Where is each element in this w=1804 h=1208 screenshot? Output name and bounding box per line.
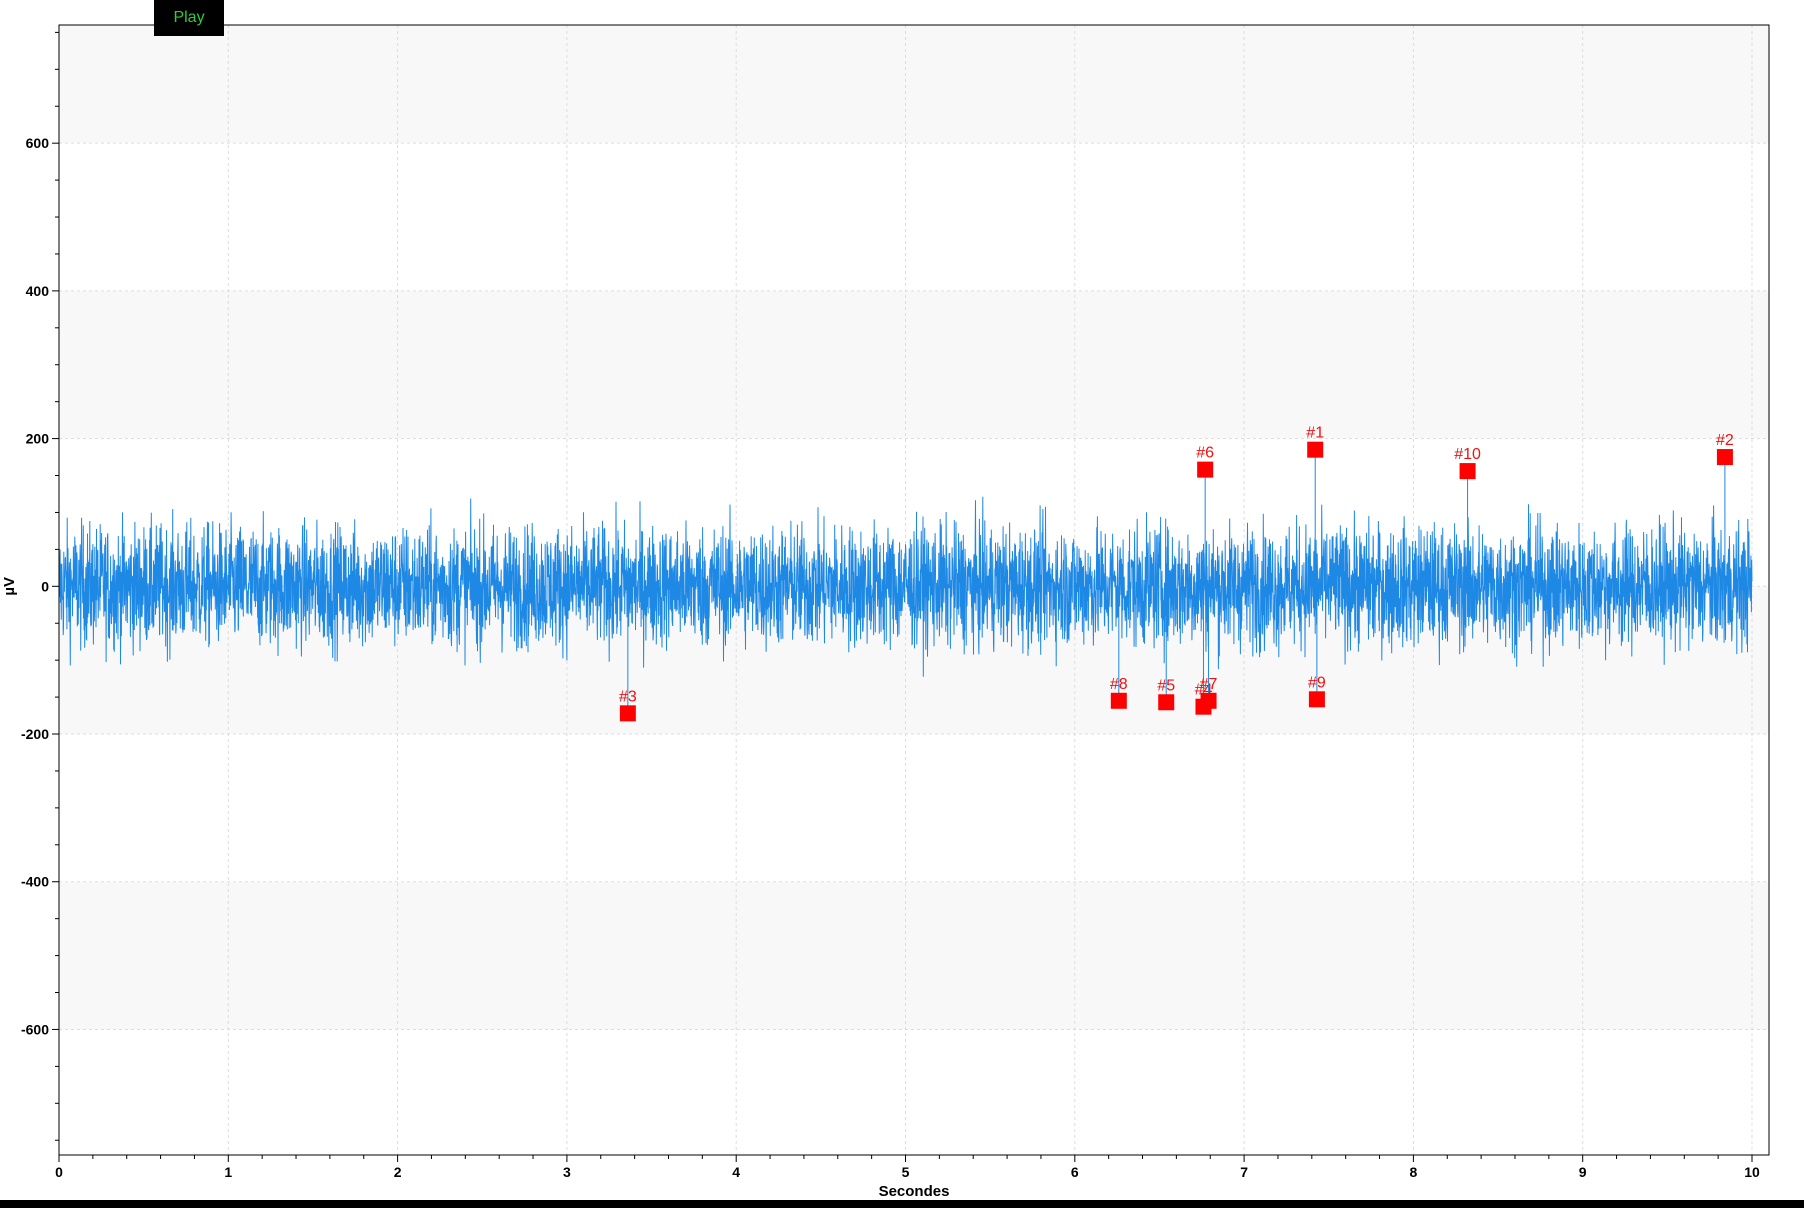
chart-background-bands <box>59 25 1769 1030</box>
marker-label: #3 <box>619 688 637 705</box>
marker-label: #1 <box>1306 425 1324 442</box>
x-tick-label: 2 <box>394 1164 402 1180</box>
background-band <box>59 290 1769 439</box>
marker-square[interactable] <box>1197 461 1214 478</box>
x-tick-label: 4 <box>732 1164 740 1180</box>
bottom-bar <box>0 1200 1804 1208</box>
y-tick-label: -600 <box>21 1021 49 1037</box>
marker-square[interactable] <box>1200 692 1217 709</box>
marker-square[interactable] <box>1158 694 1175 711</box>
y-axis: -600 -400 -200 0 200 400 600 <box>21 31 59 1141</box>
y-tick-label: 200 <box>26 431 50 447</box>
marker-square[interactable] <box>1459 463 1476 480</box>
y-axis-title: µV <box>1 577 18 596</box>
x-tick-label: 9 <box>1579 1164 1587 1180</box>
x-axis: 0 1 2 3 4 5 6 7 8 9 10 <box>55 1155 1760 1180</box>
marker-label: #9 <box>1308 674 1326 691</box>
y-tick-label: -200 <box>21 726 49 742</box>
marker-square[interactable] <box>619 705 636 722</box>
marker-label: #8 <box>1110 676 1128 693</box>
x-tick-label: 5 <box>902 1164 910 1180</box>
y-tick-label: -400 <box>21 874 49 890</box>
x-tick-label: 1 <box>224 1164 232 1180</box>
marker-label: #7 <box>1200 676 1218 693</box>
marker-label: #6 <box>1196 445 1214 462</box>
x-tick-label: 6 <box>1071 1164 1079 1180</box>
marker-square[interactable] <box>1716 449 1733 466</box>
y-tick-label: 0 <box>41 578 49 594</box>
x-tick-label: 3 <box>563 1164 571 1180</box>
marker-label: #2 <box>1716 432 1734 449</box>
play-button[interactable]: Play <box>154 0 224 36</box>
y-tick-label: 400 <box>26 283 50 299</box>
x-tick-label: 0 <box>55 1164 63 1180</box>
y-tick-label: 600 <box>26 135 50 151</box>
marker-label: #5 <box>1157 677 1175 694</box>
background-band <box>59 25 1769 144</box>
marker-square[interactable] <box>1308 691 1325 708</box>
x-tick-label: 10 <box>1744 1164 1760 1180</box>
marker-label: #10 <box>1454 446 1481 463</box>
eeg-chart: -600 -400 -200 0 200 400 600 0 1 2 3 4 5 6 7 8 9 10 #1 #2… <box>1 24 1770 1200</box>
background-band <box>59 881 1769 1030</box>
x-axis-title: Secondes <box>879 1183 950 1200</box>
marker-square[interactable] <box>1110 692 1127 709</box>
x-tick-label: 7 <box>1240 1164 1248 1180</box>
x-tick-label: 8 <box>1410 1164 1418 1180</box>
marker-square[interactable] <box>1307 441 1324 458</box>
